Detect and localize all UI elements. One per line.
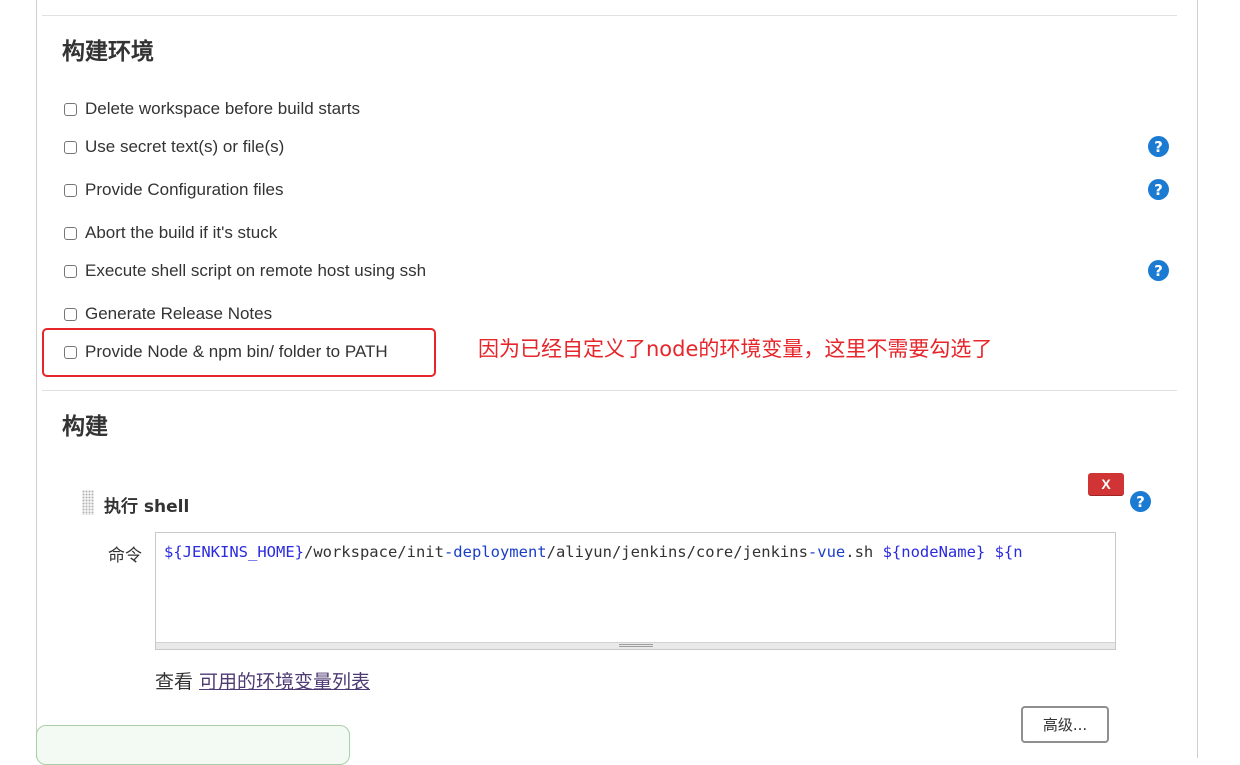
- env-vars-link[interactable]: 可用的环境变量列表: [199, 671, 370, 693]
- command-token: ${n: [985, 543, 1023, 561]
- env-vars-row: 查看 可用的环境变量列表: [155, 667, 370, 694]
- command-token: ${JENKINS_HOME}: [164, 543, 304, 561]
- divider-top: [42, 15, 1177, 16]
- drag-handle-icon[interactable]: [82, 490, 94, 515]
- help-question-icon[interactable]: ?: [1148, 136, 1169, 157]
- command-textarea[interactable]: ${JENKINS_HOME}/workspace/init-deploymen…: [155, 532, 1116, 650]
- command-token: /workspace/init: [303, 543, 444, 561]
- divider-build: [42, 390, 1177, 391]
- annotation-highlight-box: [42, 328, 436, 377]
- option-delete-workspace[interactable]: Delete workspace before build starts: [64, 98, 360, 120]
- option-label: Generate Release Notes: [85, 304, 273, 323]
- command-token: -vue: [807, 543, 846, 561]
- option-label: Use secret text(s) or file(s): [85, 137, 285, 156]
- delete-step-button[interactable]: X: [1088, 473, 1124, 495]
- textarea-resize-bar[interactable]: [156, 642, 1115, 649]
- add-step-box[interactable]: [36, 725, 350, 765]
- option-config-files[interactable]: Provide Configuration files: [64, 179, 283, 201]
- command-token: -deployment: [443, 543, 547, 561]
- option-label: Execute shell script on remote host usin…: [85, 261, 427, 280]
- resize-grip-icon[interactable]: [619, 644, 653, 647]
- checkbox-release-notes[interactable]: [64, 307, 77, 321]
- command-label: 命令: [108, 546, 142, 566]
- checkbox-delete-workspace[interactable]: [64, 102, 77, 116]
- checkbox-abort-stuck[interactable]: [64, 226, 77, 240]
- option-remote-ssh[interactable]: Execute shell script on remote host usin…: [64, 260, 426, 282]
- help-question-icon[interactable]: ?: [1148, 260, 1169, 281]
- option-release-notes[interactable]: Generate Release Notes: [64, 303, 272, 325]
- option-label: Provide Configuration files: [85, 180, 284, 199]
- option-secret-text[interactable]: Use secret text(s) or file(s): [64, 136, 284, 158]
- advanced-button[interactable]: 高级...: [1021, 706, 1109, 743]
- checkbox-secret-text[interactable]: [64, 140, 77, 154]
- option-label: Abort the build if it's stuck: [85, 223, 278, 242]
- command-token: ${nodeName}: [882, 543, 986, 561]
- option-abort-stuck[interactable]: Abort the build if it's stuck: [64, 222, 277, 244]
- option-label: Delete workspace before build starts: [85, 99, 360, 118]
- command-token: .sh: [845, 543, 883, 561]
- env-vars-prefix: 查看: [155, 671, 200, 693]
- step-title: 执行 shell: [104, 497, 190, 517]
- command-token: /aliyun/jenkins/core/jenkins: [546, 543, 808, 561]
- annotation-note: 因为已经自定义了node的环境变量，这里不需要勾选了: [478, 337, 993, 361]
- build-env-title: 构建环境: [62, 39, 154, 65]
- build-title: 构建: [62, 414, 108, 440]
- checkbox-remote-ssh[interactable]: [64, 264, 77, 278]
- help-question-icon[interactable]: ?: [1130, 491, 1151, 512]
- help-question-icon[interactable]: ?: [1148, 179, 1169, 200]
- checkbox-config-files[interactable]: [64, 183, 77, 197]
- command-text: ${JENKINS_HOME}/workspace/init-deploymen…: [164, 543, 1023, 561]
